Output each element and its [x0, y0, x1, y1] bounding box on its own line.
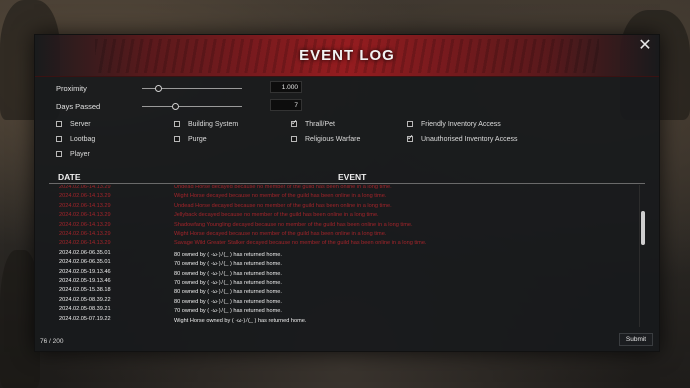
filter-label: Lootbag	[70, 135, 96, 143]
days-passed-slider-row: Days Passed 7	[56, 99, 316, 113]
table-row: 2024.02.05-08.39.21 70 owned by ( ·ω·)ﾉ(_…	[49, 305, 635, 314]
table-row: 2024.02.05-07.19.22 Wight Horse owned by …	[49, 315, 635, 324]
filter-lootbag[interactable]: Lootbag	[56, 134, 95, 144]
row-date: 2024.02.06-14.13.29	[59, 202, 111, 209]
checkbox[interactable]	[174, 121, 180, 127]
column-header-date: DATE	[58, 172, 81, 182]
row-event: Wight Horse decayed because no member of…	[174, 231, 387, 237]
row-event: Wight Horse owned by ( ·ω·)ﾉ(_ ) has ret…	[174, 317, 307, 324]
row-date: 2024.02.06-06.35.01	[59, 259, 111, 266]
row-event: Jellyback decayed because no member of t…	[174, 212, 379, 219]
proximity-label: Proximity	[56, 84, 87, 93]
window-header: EVENT LOG ✕	[35, 35, 659, 77]
table-row: 2024.02.06-14.13.29 Shadowfang Youngling …	[49, 221, 635, 230]
row-date: 2024.02.05-08.39.22	[59, 296, 111, 303]
row-event: 80 owned by ( ·ω·)ﾉ(_ ) has returned hom…	[174, 270, 282, 277]
row-date: 2024.02.05-07.19.22	[59, 315, 111, 322]
row-event: 70 owned by ( ·ω·)ﾉ(_ ) has returned hom…	[174, 261, 282, 268]
proximity-value-input[interactable]: 1.000	[270, 81, 302, 93]
row-date: 2024.02.05-15.38.18	[59, 287, 111, 294]
table-row: 2024.02.05-08.39.22 80 owned by ( ·ω·)ﾉ(_…	[49, 296, 635, 305]
filter-unauthorised-inventory-access[interactable]: Unauthorised Inventory Access	[407, 133, 518, 144]
row-date: 2024.02.06-14.13.29	[59, 212, 111, 219]
row-date: 2024.02.06-14.13.29	[59, 221, 111, 228]
days-passed-slider-knob[interactable]	[172, 103, 179, 110]
table-row: 2024.02.06-06.35.01 70 owned by ( ·ω·)ﾉ(_…	[49, 258, 635, 267]
header-divider	[49, 183, 645, 184]
table-row: 2024.02.06-14.13.29 Jellyback decayed bec…	[49, 211, 635, 220]
table-row: 2024.02.06-14.13.29 Wight Horse decayed b…	[49, 230, 635, 239]
checkbox[interactable]	[56, 151, 62, 157]
checkbox[interactable]	[56, 121, 62, 127]
row-date: 2024.02.06-06.35.01	[59, 249, 111, 256]
row-event: Undead Horse decayed because no member o…	[174, 202, 392, 209]
filter-building-system[interactable]: Building System	[174, 119, 238, 129]
row-event: 80 owned by ( ·ω·)ﾉ(_ ) has returned hom…	[174, 298, 282, 305]
filter-friendly-inventory-access[interactable]: Friendly Inventory Access	[407, 119, 501, 129]
filter-label: Friendly Inventory Access	[421, 120, 501, 128]
row-event: Savage Wild Greater Stalker decayed beca…	[174, 240, 427, 247]
filter-label: Purge	[188, 135, 207, 143]
table-scrollbar[interactable]	[639, 185, 645, 327]
table-row: 2024.02.05-19.13.46 80 owned by ( ·ω·)ﾉ(_…	[49, 268, 635, 277]
submit-button[interactable]: Submit	[619, 333, 653, 346]
event-filters: Server Building System Thrall/Pet Friend…	[56, 118, 656, 159]
row-event: Wight Horse decayed because no member of…	[174, 193, 387, 200]
filter-label: Religious Warfare	[305, 135, 361, 143]
filter-label: Player	[70, 150, 90, 158]
filter-purge[interactable]: Purge	[174, 134, 207, 144]
column-header-event: EVENT	[338, 172, 367, 182]
row-date: 2024.02.06-14.13.29	[59, 185, 111, 190]
filter-label: Server	[70, 120, 91, 128]
filter-thrall-pet[interactable]: Thrall/Pet	[291, 118, 335, 129]
row-date: 2024.02.06-14.13.29	[59, 240, 111, 247]
table-header: DATE EVENT	[49, 171, 645, 184]
table-row: 2024.02.06-14.13.29 Undead Horse decayed …	[49, 202, 635, 211]
days-passed-slider[interactable]	[142, 103, 242, 110]
checkbox[interactable]	[56, 136, 62, 142]
row-date: 2024.02.06-14.13.29	[59, 193, 111, 200]
table-row: 2024.02.06-14.13.29 Savage Wild Greater S…	[49, 239, 635, 248]
scrollbar-thumb[interactable]	[641, 211, 645, 245]
row-event: 70 owned by ( ·ω·)ﾉ(_ ) has returned hom…	[174, 308, 282, 315]
filter-religious-warfare[interactable]: Religious Warfare	[291, 134, 360, 144]
table-row: 2024.02.06-14.13.29 Undead Horse decayed …	[49, 185, 635, 192]
event-count: 76 / 200	[40, 338, 64, 345]
checkbox[interactable]	[407, 121, 413, 127]
days-passed-label: Days Passed	[56, 102, 101, 111]
checkbox[interactable]	[174, 136, 180, 142]
event-log-window: EVENT LOG ✕ Proximity 1.000 Days Passed …	[34, 34, 660, 352]
days-passed-value-input[interactable]: 7	[270, 99, 302, 111]
row-event: Undead Horse decayed because no member o…	[174, 185, 392, 190]
checkbox[interactable]	[291, 118, 298, 127]
row-date: 2024.02.05-08.39.21	[59, 306, 111, 313]
filter-server[interactable]: Server	[56, 119, 91, 129]
row-event: Shadowfang Youngling decayed because no …	[174, 221, 413, 228]
row-event: 70 owned by ( ·ω·)ﾉ(_ ) has returned hom…	[174, 280, 282, 286]
table-row: 2024.02.05-19.13.46 70 owned by ( ·ω·)ﾉ(_…	[49, 277, 635, 286]
filter-label: Unauthorised Inventory Access	[421, 135, 518, 143]
row-date: 2024.02.05-19.13.46	[59, 278, 111, 284]
window-title: EVENT LOG	[299, 47, 395, 64]
proximity-slider-row: Proximity 1.000	[56, 81, 316, 95]
row-event: 80 owned by ( ·ω·)ﾉ(_ ) has returned hom…	[174, 289, 282, 296]
table-body: 2024.02.06-14.13.29 Undead Horse decayed …	[49, 185, 635, 329]
checkbox[interactable]	[291, 136, 297, 142]
close-icon[interactable]: ✕	[637, 38, 653, 54]
table-row: 2024.02.05-15.38.18 80 owned by ( ·ω·)ﾉ(_…	[49, 286, 635, 295]
filter-label: Building System	[188, 120, 239, 128]
table-row: 2024.02.06-06.35.01 80 owned by ( ·ω·)ﾉ(_…	[49, 249, 635, 258]
filter-player[interactable]: Player	[56, 149, 90, 159]
proximity-slider[interactable]	[142, 85, 242, 92]
row-event: 80 owned by ( ·ω·)ﾉ(_ ) has returned hom…	[174, 251, 282, 258]
filter-label: Thrall/Pet	[305, 120, 335, 128]
table-row: 2024.02.06-14.13.29 Wight Horse decayed b…	[49, 192, 635, 201]
proximity-slider-knob[interactable]	[155, 85, 162, 92]
event-table: DATE EVENT 2024.02.06-14.13.29 Undead Hor…	[49, 171, 645, 327]
row-date: 2024.02.06-14.13.29	[59, 231, 111, 237]
row-date: 2024.02.05-19.13.46	[59, 268, 111, 275]
checkbox[interactable]	[407, 133, 414, 142]
